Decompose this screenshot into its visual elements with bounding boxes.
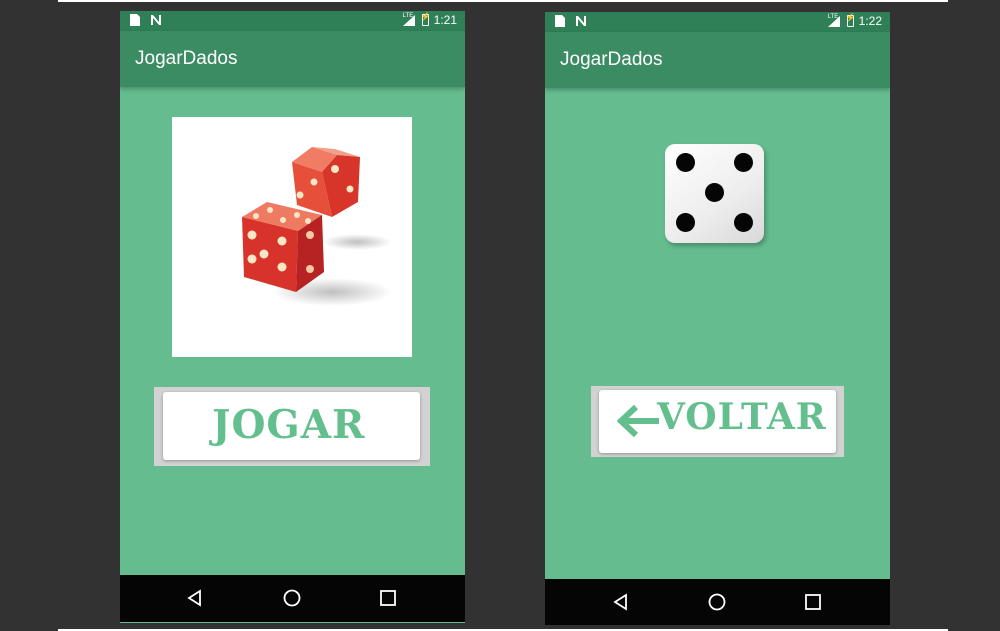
network-label: LTE [402, 13, 414, 19]
notification-n-icon [151, 15, 161, 25]
arrow-left-icon [617, 404, 659, 438]
status-bar: LTE 1:21 [120, 11, 465, 31]
clock: 1:21 [433, 13, 457, 27]
battery-charging-icon [421, 12, 431, 26]
recents-icon[interactable] [803, 592, 823, 612]
die-pip [734, 213, 753, 232]
jogar-button[interactable]: JOGAR [154, 387, 430, 466]
voltar-button[interactable]: VOLTAR [591, 386, 844, 457]
die-face-five [665, 144, 764, 243]
app-title: JogarDados [135, 48, 238, 69]
recents-icon[interactable] [378, 588, 398, 608]
sd-card-icon [130, 14, 140, 26]
navigation-bar [120, 575, 465, 622]
signal-icon: LTE [827, 14, 842, 27]
red-dice-icon [242, 147, 392, 306]
signal-icon: LTE [402, 13, 417, 26]
divider-top [58, 0, 948, 2]
die-pip [676, 153, 695, 172]
back-icon[interactable] [185, 588, 205, 608]
navigation-bar [545, 579, 890, 625]
canvas: LTE 1:21 JogarDados [0, 0, 1000, 631]
die-pip [734, 153, 753, 172]
app-bar: JogarDados [120, 31, 465, 87]
jogar-button-label: JOGAR [212, 402, 366, 448]
home-icon[interactable] [707, 592, 727, 612]
die-pip [705, 183, 724, 202]
home-icon[interactable] [282, 588, 302, 608]
clock: 1:22 [858, 14, 882, 28]
voltar-button-label: VOLTAR [657, 396, 827, 438]
status-bar: LTE 1:22 [545, 12, 890, 32]
network-label: LTE [827, 14, 839, 20]
battery-charging-icon [846, 13, 856, 27]
red-dice-image [172, 117, 412, 357]
notification-n-icon [576, 16, 586, 26]
die-pip [676, 213, 695, 232]
app-title: JogarDados [560, 49, 663, 70]
phone-screen-result: LTE 1:22 JogarDados VOLTAR [545, 12, 890, 625]
back-icon[interactable] [611, 592, 631, 612]
phone-screen-main: LTE 1:21 JogarDados [120, 11, 465, 623]
app-bar: JogarDados [545, 32, 890, 88]
sd-card-icon [555, 15, 565, 27]
